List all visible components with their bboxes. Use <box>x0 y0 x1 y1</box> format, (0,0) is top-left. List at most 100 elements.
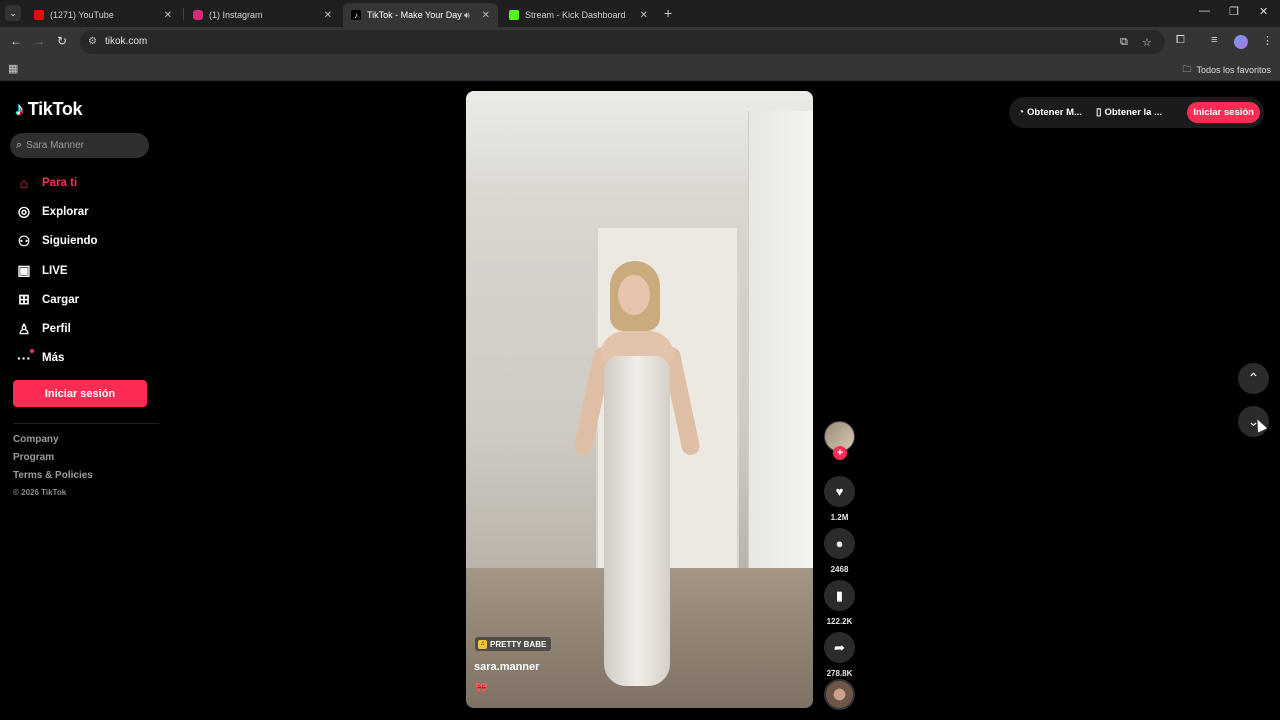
audio-playing-icon[interactable]: 🔊︎ <box>464 10 470 21</box>
like-action: ♥ 1.2M <box>823 476 856 522</box>
sidebar-item-label: Siguiendo <box>42 235 98 248</box>
get-coins-link[interactable]: ◔ Obtener M... <box>1018 107 1082 118</box>
sidebar-item-live[interactable]: ▣ LIVE <box>14 256 98 285</box>
new-tab-plus-icon[interactable]: + <box>664 5 672 21</box>
heart-icon[interactable]: ♥ <box>824 476 855 507</box>
minimize-icon[interactable]: — <box>1199 5 1210 17</box>
reload-icon[interactable]: ↻ <box>57 34 67 48</box>
tab-separator <box>183 8 184 20</box>
tab-close-icon[interactable]: ✕ <box>640 10 648 21</box>
follow-plus-icon[interactable]: + <box>833 446 847 460</box>
tab-title: (1) Instagram <box>209 10 263 20</box>
youtube-favicon-icon <box>34 10 44 20</box>
sidebar-item-mas[interactable]: ··· Más <box>14 344 98 373</box>
tiktok-favicon-icon: ♪ <box>351 10 361 20</box>
music-disc-icon[interactable] <box>824 679 855 710</box>
sidebar-item-label: Más <box>42 352 65 365</box>
sidebar-item-cargar[interactable]: ⊞ Cargar <box>14 285 98 314</box>
browser-tab-bar: ⌄ (1271) YouTube ✕ (1) Instagram ✕ ♪ Tik… <box>0 0 1280 27</box>
site-info-icon[interactable]: ⚙ <box>88 36 97 47</box>
badge-icon: ♫ <box>478 639 487 649</box>
url-text[interactable]: tikok.com <box>105 36 147 47</box>
apps-grid-icon[interactable]: ▦ <box>8 62 18 75</box>
sidebar-item-siguiendo[interactable]: ⚇ Siguiendo <box>14 227 98 256</box>
media-control-icon[interactable]: ≡ <box>1211 34 1217 46</box>
back-arrow-icon[interactable]: ← <box>10 34 22 48</box>
bookmarks-bar: ▦ 🗀 Todos los favoritos <box>0 57 1280 81</box>
forward-arrow-icon[interactable]: → <box>33 34 45 48</box>
bookmark-icon[interactable]: ▮ <box>824 580 855 611</box>
sidebar-divider <box>13 423 159 424</box>
sidebar-item-perfil[interactable]: ♙ Perfil <box>14 314 98 343</box>
star-icon[interactable]: ☆ <box>1142 36 1152 49</box>
sidebar-login-button[interactable]: Iniciar sesión <box>13 380 147 407</box>
get-app-link[interactable]: ▯ Obtener la ... <box>1096 107 1162 118</box>
comment-action: ● 2468 <box>823 528 856 574</box>
get-coins-label: Obtener M... <box>1027 107 1082 118</box>
live-tv-icon: ▣ <box>17 262 31 279</box>
tab-tiktok[interactable]: ♪ TikTok - Make Your Day 🔊︎ ✕ <box>343 3 498 27</box>
following-icon: ⚇ <box>17 232 31 249</box>
sidebar-item-label: Explorar <box>42 205 89 218</box>
bookmarks-folder-label: Todos los favoritos <box>1196 65 1271 75</box>
browser-toolbar: ← → ↻ ⚙ tikok.com ⧉ ☆ ⧠ ≡ ⋮ <box>0 27 1280 57</box>
video-username[interactable]: sara.manner <box>474 661 539 673</box>
share-icon[interactable]: ➦ <box>824 632 855 663</box>
more-icon: ··· <box>14 349 34 366</box>
kick-favicon-icon <box>509 10 519 20</box>
comment-icon[interactable]: ● <box>824 528 855 559</box>
coin-icon: ◔ <box>1018 107 1025 118</box>
profile-avatar[interactable] <box>1234 35 1248 49</box>
share-count: 278.8K <box>826 669 853 678</box>
bookmarks-folder[interactable]: 🗀 Todos los favoritos <box>1182 62 1271 78</box>
tab-title: Stream - Kick Dashboard <box>525 10 626 20</box>
previous-video-chevron-up-icon[interactable]: ⌃ <box>1238 363 1269 394</box>
brand-name: TikTok <box>27 99 83 119</box>
top-right-actions: ◔ Obtener M... ▯ Obtener la ... Iniciar … <box>1009 97 1264 128</box>
share-action: ➦ 278.8K <box>823 632 856 678</box>
tiktok-page: ♪ TikTok ⌕ ⌂ Para ti ◎ Explorar ⚇ Siguie… <box>0 81 1280 720</box>
restore-icon[interactable]: ❐ <box>1229 5 1239 18</box>
search-icon[interactable]: ⌕ <box>16 139 22 152</box>
notification-dot <box>30 349 34 354</box>
tiktok-note-icon: ♪ <box>15 99 24 119</box>
window-close-icon[interactable]: ✕ <box>1259 5 1268 18</box>
address-bar[interactable]: ⚙ tikok.com ⧉ ☆ <box>80 30 1165 54</box>
footer-link-company[interactable]: Company <box>13 434 93 452</box>
kebab-menu-icon[interactable]: ⋮ <box>1262 34 1273 47</box>
video-sound-badge[interactable]: ♫ PRETTY BABE <box>475 637 552 651</box>
video-player[interactable] <box>466 91 813 708</box>
tiktok-logo[interactable]: ♪ TikTok <box>15 99 83 120</box>
sidebar-item-label: Para ti <box>42 176 78 189</box>
comment-count: 2468 <box>830 565 849 574</box>
phone-icon: ▯ <box>1095 107 1102 118</box>
tab-close-icon[interactable]: ✕ <box>164 10 172 21</box>
footer-link-terms[interactable]: Terms & Policies <box>13 470 93 488</box>
tab-search-chevron-down-icon[interactable]: ⌄ <box>5 5 21 21</box>
copyright: © 2026 TikTok <box>13 488 67 497</box>
footer-links: Company Program Terms & Policies <box>13 434 93 488</box>
footer-link-program[interactable]: Program <box>13 452 93 470</box>
sidebar-item-label: LIVE <box>42 264 68 277</box>
tab-close-icon[interactable]: ✕ <box>482 10 490 21</box>
badge-label: PRETTY BABE <box>490 639 547 649</box>
puzzle-icon[interactable]: ⧠ <box>1176 34 1185 47</box>
sidebar-item-explorar[interactable]: ◎ Explorar <box>14 197 98 226</box>
top-login-button[interactable]: Iniciar sesión <box>1187 102 1260 123</box>
search-box[interactable]: ⌕ <box>10 133 149 158</box>
tab-youtube[interactable]: (1271) YouTube ✕ <box>26 3 180 27</box>
profile-icon: ♙ <box>17 320 31 337</box>
search-input[interactable] <box>26 140 137 151</box>
sidebar-item-para-ti[interactable]: ⌂ Para ti <box>14 168 98 197</box>
get-app-label: Obtener la ... <box>1104 107 1163 118</box>
home-icon: ⌂ <box>19 174 29 191</box>
sidebar-nav: ⌂ Para ti ◎ Explorar ⚇ Siguiendo ▣ LIVE … <box>14 168 98 373</box>
tab-close-icon[interactable]: ✕ <box>324 10 332 21</box>
instagram-favicon-icon <box>193 10 203 20</box>
install-app-icon[interactable]: ⧉ <box>1120 36 1128 49</box>
tab-title: TikTok - Make Your Day <box>367 10 462 20</box>
video-frame-person <box>572 261 702 691</box>
upload-icon: ⊞ <box>18 291 30 308</box>
tab-kick[interactable]: Stream - Kick Dashboard ✕ <box>501 3 656 27</box>
tab-instagram[interactable]: (1) Instagram ✕ <box>185 3 340 27</box>
